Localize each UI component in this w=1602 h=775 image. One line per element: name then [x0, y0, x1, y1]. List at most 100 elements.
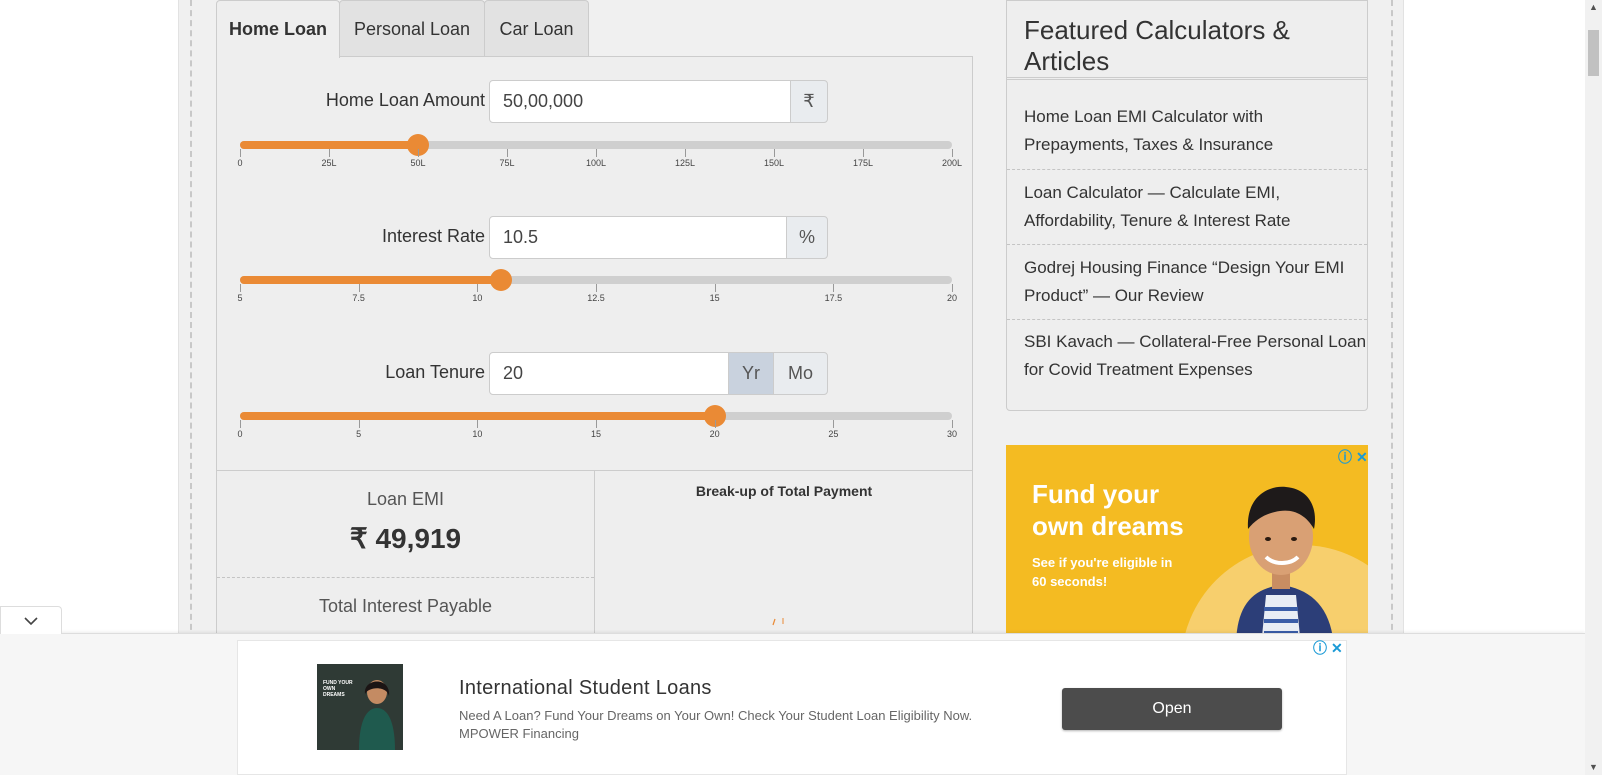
slider-tick-label: 5 — [356, 429, 362, 439]
slider-tick-label: 25 — [828, 429, 839, 439]
slider-tick — [714, 420, 716, 428]
slider-tick-label: 150L — [763, 158, 785, 168]
slider-tick-label: 100L — [585, 158, 607, 168]
slider-tick — [714, 284, 716, 292]
slider-tick-label: 75L — [499, 158, 515, 168]
slider-tick — [329, 149, 330, 157]
tab-home-loan[interactable]: Home Loan — [216, 0, 340, 58]
scroll-up-icon[interactable]: ▲ — [1589, 2, 1598, 12]
slider-tick — [596, 420, 597, 428]
sidebar-title: Featured Calculators & Articles — [1024, 15, 1290, 76]
slider-tick-label: 50L — [410, 158, 426, 168]
anchor-ad[interactable]: FUND YOUR OWN DREAMS International Stude… — [237, 640, 1347, 775]
article-link-home-loan-emi[interactable]: Home Loan EMI Calculator with Prepayment… — [1007, 103, 1367, 159]
interest-rate-slider-fill — [240, 276, 502, 284]
anchor-ad-open-button[interactable]: Open — [1062, 688, 1282, 730]
slider-tick-label: 25L — [321, 158, 337, 168]
scrollbar-thumb[interactable] — [1588, 30, 1599, 76]
total-interest-label: Total Interest Payable — [318, 596, 493, 616]
page-scrollbar[interactable]: ▲ ▼ — [1585, 0, 1602, 775]
slider-tick-label: 10 — [472, 429, 483, 439]
chevron-down-icon — [24, 616, 38, 625]
slider-tick-label: 200L — [941, 158, 963, 168]
percent-addon: % — [786, 216, 828, 259]
tenure-year-toggle[interactable]: Yr — [728, 352, 774, 395]
loan-amount-input[interactable]: 50,00,000 — [489, 80, 791, 123]
slider-tick-label: 30 — [946, 429, 958, 439]
slider-tick — [477, 284, 479, 292]
slider-tick-label: 12.5 — [587, 293, 605, 303]
slider-tick-label: 20 — [709, 429, 720, 439]
frame-dashed-border-right — [1391, 0, 1393, 640]
slider-tick-label: 17.5 — [824, 293, 843, 303]
slider-tick-label: 20 — [946, 293, 958, 303]
featured-sidebar: Featured Calculators & Articles Home Loa… — [1006, 0, 1368, 411]
loan-emi-label: Loan EMI — [366, 489, 445, 509]
slider-tick — [952, 149, 953, 157]
slider-tick — [358, 284, 360, 292]
slider-tick-label: 125L — [674, 158, 696, 168]
slider-tick-label: 15 — [709, 293, 720, 303]
slider-tick — [477, 420, 479, 428]
frame-dashed-border-left — [190, 0, 192, 640]
sidebar-ad-controls: ⓘ ✕ — [1338, 450, 1368, 464]
ad-headline: Fund your own dreams — [1032, 479, 1184, 541]
slider-tick-label: 175L — [852, 158, 874, 168]
anchor-ad-thumbnail: FUND YOUR OWN DREAMS — [317, 664, 403, 750]
loan-tenure-slider-fill — [240, 412, 715, 420]
slider-tick-label: 7.5 — [352, 293, 365, 303]
slider-tick-label: 5 — [237, 293, 243, 303]
article-divider — [1007, 169, 1367, 170]
thumb-text: FUND YOUR OWN DREAMS — [323, 680, 353, 698]
slider-tick — [952, 284, 953, 292]
tab-car-loan[interactable]: Car Loan — [484, 0, 589, 57]
slider-tick — [418, 149, 419, 157]
slider-tick — [685, 149, 686, 157]
thumb-person-image — [359, 680, 395, 750]
ad-close-icon[interactable]: ✕ — [1356, 450, 1368, 464]
slider-tick-label: 10 — [472, 293, 483, 303]
interest-rate-label: Interest Rate — [381, 226, 485, 246]
sidebar-ad[interactable]: Fund your own dreams See if you're eligi… — [1006, 445, 1368, 640]
rupee-addon: ₹ — [790, 80, 828, 123]
tenure-month-toggle[interactable]: Mo — [773, 352, 828, 395]
slider-tick — [774, 149, 775, 157]
ad-info-icon[interactable]: ⓘ — [1313, 641, 1327, 655]
interest-rate-slider-handle[interactable] — [490, 269, 513, 291]
breakup-chart-title: Break-up of Total Payment — [695, 483, 873, 499]
scroll-down-icon[interactable]: ▼ — [1589, 762, 1598, 772]
loan-amount-slider-fill — [240, 141, 418, 149]
slider-tick — [952, 420, 953, 428]
article-divider — [1007, 319, 1367, 320]
slider-tick — [596, 284, 597, 292]
anchor-ad-collapse-button[interactable] — [0, 606, 62, 634]
article-link-godrej-review[interactable]: Godrej Housing Finance “Design Your EMI … — [1007, 254, 1367, 310]
slider-tick-label: 0 — [237, 158, 243, 168]
loan-emi-value: ₹ 49,919 — [349, 523, 462, 554]
article-link-sbi-kavach[interactable]: SBI Kavach — Collateral-Free Personal Lo… — [1007, 328, 1367, 384]
slider-tick — [863, 149, 864, 157]
slider-tick-label: 0 — [237, 429, 243, 439]
ad-subtext: See if you're eligible in 60 seconds! — [1032, 555, 1173, 589]
slider-tick — [240, 420, 241, 428]
sidebar-title-rule — [1007, 77, 1367, 80]
slider-tick — [240, 284, 241, 292]
article-divider — [1007, 244, 1367, 245]
slider-tick — [596, 149, 597, 157]
article-link-loan-calculator[interactable]: Loan Calculator — Calculate EMI, Afforda… — [1007, 179, 1367, 235]
results-row-divider — [217, 577, 594, 578]
slider-tick — [507, 149, 508, 157]
anchor-ad-title[interactable]: International Student Loans — [459, 677, 712, 700]
tab-personal-loan[interactable]: Personal Loan — [339, 0, 485, 57]
loan-tenure-input[interactable]: 20 — [489, 352, 729, 395]
slider-tick — [240, 149, 241, 157]
slider-tick-label: 15 — [590, 429, 602, 439]
ad-close-icon[interactable]: ✕ — [1331, 641, 1343, 655]
page: Home Loan Personal Loan Car Loan Home Lo… — [0, 0, 1602, 775]
anchor-ad-description: Need A Loan? Fund Your Dreams on Your Ow… — [459, 708, 973, 741]
ad-info-icon[interactable]: ⓘ — [1338, 450, 1352, 464]
interest-rate-input[interactable]: 10.5 — [489, 216, 787, 259]
loan-tenure-label: Loan Tenure — [385, 362, 485, 382]
slider-tick — [833, 284, 835, 292]
slider-tick — [833, 420, 835, 428]
